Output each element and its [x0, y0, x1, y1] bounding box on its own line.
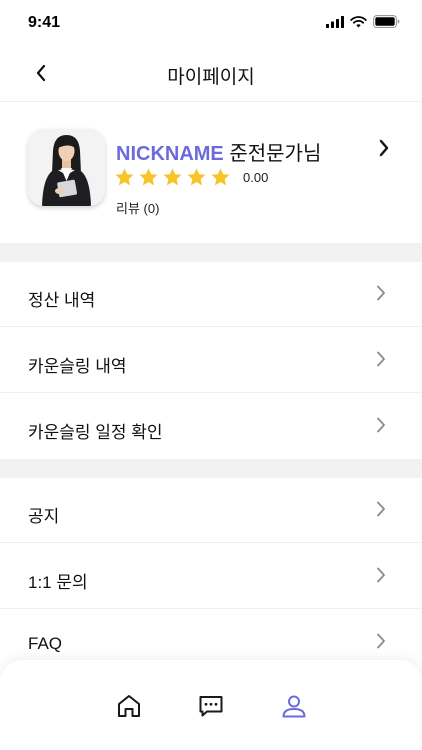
- wifi-icon: [350, 15, 367, 27]
- bottom-tab-bar: [0, 660, 422, 750]
- chevron-right-icon: [377, 285, 385, 301]
- chevron-right-icon: [377, 501, 385, 517]
- chevron-right-icon: [377, 633, 385, 649]
- tab-chat[interactable]: [195, 690, 227, 722]
- chevron-right-icon: [377, 351, 385, 367]
- chevron-right-icon: [379, 139, 389, 157]
- menu-item-label: 정산 내역: [28, 291, 96, 310]
- menu-item-label: 카운슬링 내역: [28, 357, 127, 376]
- menu-item-settlement[interactable]: 정산 내역: [0, 262, 422, 327]
- rating-value: 0.00: [243, 170, 269, 185]
- chevron-right-icon: [377, 417, 385, 433]
- avatar-image: [28, 129, 105, 206]
- star-rating: [114, 167, 234, 188]
- menu-item-counseling-history[interactable]: 카운슬링 내역: [0, 328, 422, 393]
- avatar: [28, 129, 105, 206]
- signal-icon: [326, 15, 344, 28]
- menu-item-label: 공지: [28, 507, 60, 526]
- menu-item-counseling-schedule[interactable]: 카운슬링 일정 확인: [0, 394, 422, 459]
- profile-detail-button[interactable]: [378, 139, 390, 162]
- rank-label: 준전문가님: [223, 143, 322, 165]
- star-icon: [187, 168, 206, 186]
- profile-name: NICKNAME 준전문가님: [116, 137, 321, 166]
- page-title: 마이페이지: [167, 67, 255, 88]
- chevron-right-icon: [377, 567, 385, 583]
- tab-mypage[interactable]: [278, 690, 310, 722]
- chat-icon: [199, 696, 223, 717]
- header: 마이페이지: [0, 44, 422, 102]
- nickname: NICKNAME: [116, 143, 224, 165]
- section-divider: [0, 459, 422, 478]
- home-icon: [118, 695, 140, 717]
- status-icons: [326, 15, 400, 28]
- menu-item-label: 카운슬링 일정 확인: [28, 423, 163, 442]
- rating-row: 0.00: [114, 167, 268, 188]
- battery-icon: [373, 15, 400, 28]
- profile-card[interactable]: NICKNAME 준전문가님 0.00 리뷰 (0): [0, 103, 422, 243]
- status-time: 9:41: [28, 14, 61, 31]
- user-icon: [282, 695, 306, 718]
- menu-item-notice[interactable]: 공지: [0, 478, 422, 543]
- menu-item-inquiry[interactable]: 1:1 문의: [0, 544, 422, 609]
- menu-item-label: 1:1 문의: [28, 573, 88, 592]
- star-icon: [163, 168, 182, 186]
- star-icon: [115, 168, 134, 186]
- tab-home[interactable]: [113, 690, 145, 722]
- star-icon: [211, 168, 230, 186]
- menu-item-label: FAQ: [28, 634, 63, 653]
- star-icon: [139, 168, 158, 186]
- status-bar: 9:41: [0, 0, 422, 44]
- review-count: 리뷰 (0): [116, 201, 160, 216]
- section-divider: [0, 243, 422, 262]
